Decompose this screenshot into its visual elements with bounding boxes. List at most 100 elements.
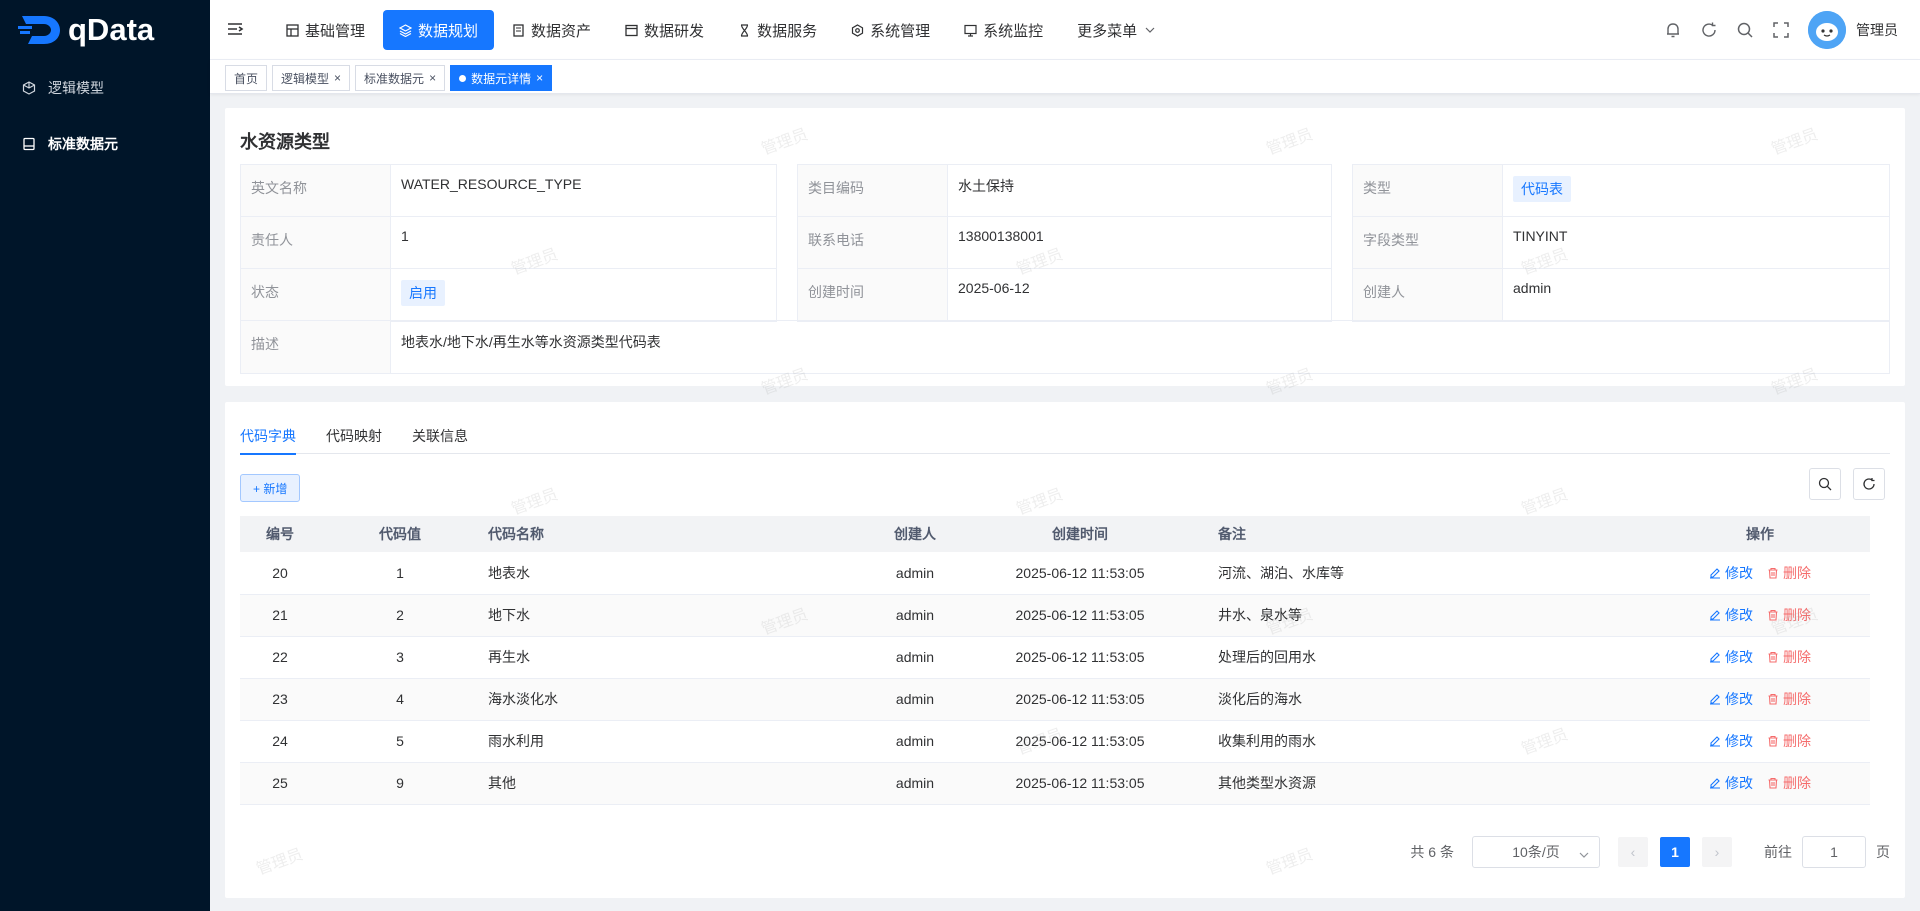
table-search-button[interactable] [1809,468,1841,500]
document-icon [512,23,525,37]
edit-icon [1710,736,1720,747]
edit-button[interactable]: 修改 [1709,605,1753,625]
delete-button[interactable]: 删除 [1767,773,1811,793]
tab-code-dictionary[interactable]: 代码字典 [240,402,296,455]
tab-related-info[interactable]: 关联信息 [412,402,468,454]
settings-icon [851,23,864,37]
close-icon[interactable]: × [536,71,543,85]
pagination-total: 共 6 条 [1410,844,1454,860]
delete-button[interactable]: 删除 [1767,563,1811,583]
nav-item-planning[interactable]: 数据规划 [383,10,495,50]
close-icon[interactable]: × [334,71,341,85]
desc-column-3: 类型 代码表 字段类型 TINYINT 创建人 admin [1352,164,1890,322]
trash-icon [1768,609,1778,621]
cube-icon [22,81,36,95]
chevron-left-icon: ‹ [1630,844,1636,860]
nav-item-system[interactable]: 系统管理 [835,10,946,50]
delete-button[interactable]: 删除 [1767,689,1811,709]
catalog-code-value: 水土保持 [958,178,1014,194]
edit-icon [1710,694,1720,705]
menu-toggle-icon[interactable] [226,20,244,38]
table-row: 23 4 海水淡化水 admin 2025-06-12 11:53:05 淡化后… [240,678,1870,721]
hourglass-icon [738,23,751,37]
nav-item-basic[interactable]: 基础管理 [270,10,381,50]
page-size-select[interactable]: 10条/页 [1472,836,1600,868]
delete-button[interactable]: 删除 [1767,605,1811,625]
chevron-down-icon [1145,25,1155,35]
detail-card: 水资源类型 英文名称 WATER_RESOURCE_TYPE 责任人 1 状态 启用 … [225,108,1905,386]
search-icon[interactable] [1736,21,1754,39]
edit-button[interactable]: 修改 [1709,563,1753,583]
owner-value: 1 [401,228,409,244]
creator-value: admin [1513,280,1552,296]
field-type-value: TINYINT [1513,228,1568,244]
edit-icon [1710,567,1720,579]
qdata-logo-icon [18,14,62,46]
close-icon[interactable]: × [429,71,436,85]
bell-icon[interactable] [1664,21,1682,39]
sidebar-item-standard-element[interactable]: 标准数据元 [0,116,210,172]
refresh-icon [1863,478,1875,490]
nav-item-dev[interactable]: 数据研发 [609,10,720,50]
chevron-down-icon [1579,847,1589,858]
en-name-value: WATER_RESOURCE_TYPE [401,176,582,192]
trash-icon [1768,777,1778,789]
table-row: 25 9 其他 admin 2025-06-12 11:53:05 其他类型水资… [240,762,1870,805]
sidebar-item-label: 标准数据元 [48,136,118,152]
tag-home[interactable]: 首页 [225,65,268,91]
edit-icon [1710,652,1720,663]
nav-item-monitor[interactable]: 系统监控 [948,10,1059,50]
trash-icon [1768,693,1778,705]
header-actions: 管理员 [1664,10,1898,50]
trash-icon [1768,735,1778,747]
type-badge: 代码表 [1513,176,1571,202]
pagination: 共 6 条 10条/页 ‹ 1 › 前往 页 [1410,836,1890,868]
delete-button[interactable]: 删除 [1767,731,1811,751]
table-row: 20 1 地表水 admin 2025-06-12 11:53:05 河流、湖泊… [240,552,1870,595]
tag-logic-model[interactable]: 逻辑模型 × [272,65,351,91]
edit-button[interactable]: 修改 [1709,689,1753,709]
monitor-icon [964,24,977,37]
edit-icon [1710,610,1720,621]
nav-item-assets[interactable]: 数据资产 [496,10,607,50]
fullscreen-icon[interactable] [1772,21,1790,39]
phone-value: 13800138001 [958,228,1044,244]
desc-column-2: 类目编码 水土保持 联系电话 13800138001 创建时间 2025-06-12 [797,164,1332,322]
chevron-right-icon: › [1714,844,1720,860]
top-header: 基础管理 数据规划 数据资产 数据研发 数据服务 系统管理 系统监控 更多菜单 [210,0,1920,60]
code-dictionary-card: 代码字典 代码映射 关联信息 + 新增 编号 代码值 代码名称 创建人 创建时间… [225,402,1905,898]
table-row: 24 5 雨水利用 admin 2025-06-12 11:53:05 收集利用… [240,720,1870,763]
nav-item-more[interactable]: 更多菜单 [1061,10,1171,50]
goto-page-input[interactable] [1802,836,1866,868]
tag-standard-element[interactable]: 标准数据元 × [355,65,446,91]
page-number-current[interactable]: 1 [1660,837,1690,867]
add-button[interactable]: + 新增 [240,474,301,502]
edit-button[interactable]: 修改 [1709,731,1753,751]
code-table: 编号 代码值 代码名称 创建人 创建时间 备注 操作 20 1 地表水 admi… [240,516,1870,805]
prev-page-button[interactable]: ‹ [1618,837,1648,867]
page-title: 水资源类型 [240,132,330,152]
desc-row-description: 描述 地表水/地下水/再生水等水资源类型代码表 [240,320,1890,374]
table-header-row: 编号 代码值 代码名称 创建人 创建时间 备注 操作 [240,516,1870,552]
delete-button[interactable]: 删除 [1767,647,1811,667]
edit-button[interactable]: 修改 [1709,773,1753,793]
nav-item-service[interactable]: 数据服务 [722,10,833,50]
page-unit-label: 页 [1876,844,1890,860]
user-name[interactable]: 管理员 [1856,20,1898,40]
refresh-icon[interactable] [1700,21,1718,39]
created-at-value: 2025-06-12 [958,280,1030,296]
trash-icon [1768,567,1778,579]
avatar[interactable] [1808,11,1846,49]
table-refresh-button[interactable] [1853,468,1885,500]
sidebar-item-logic-model[interactable]: 逻辑模型 [0,60,210,116]
edit-button[interactable]: 修改 [1709,647,1753,667]
tab-code-mapping[interactable]: 代码映射 [326,402,382,454]
description-value: 地表水/地下水/再生水等水资源类型代码表 [401,334,661,350]
trash-icon [1768,651,1778,663]
next-page-button[interactable]: › [1702,837,1732,867]
logo[interactable]: qData [0,0,210,60]
tag-element-detail[interactable]: 数据元详情 × [450,65,553,91]
grid-icon [286,23,299,37]
logo-text: qData [68,12,155,47]
database-icon [22,137,36,151]
